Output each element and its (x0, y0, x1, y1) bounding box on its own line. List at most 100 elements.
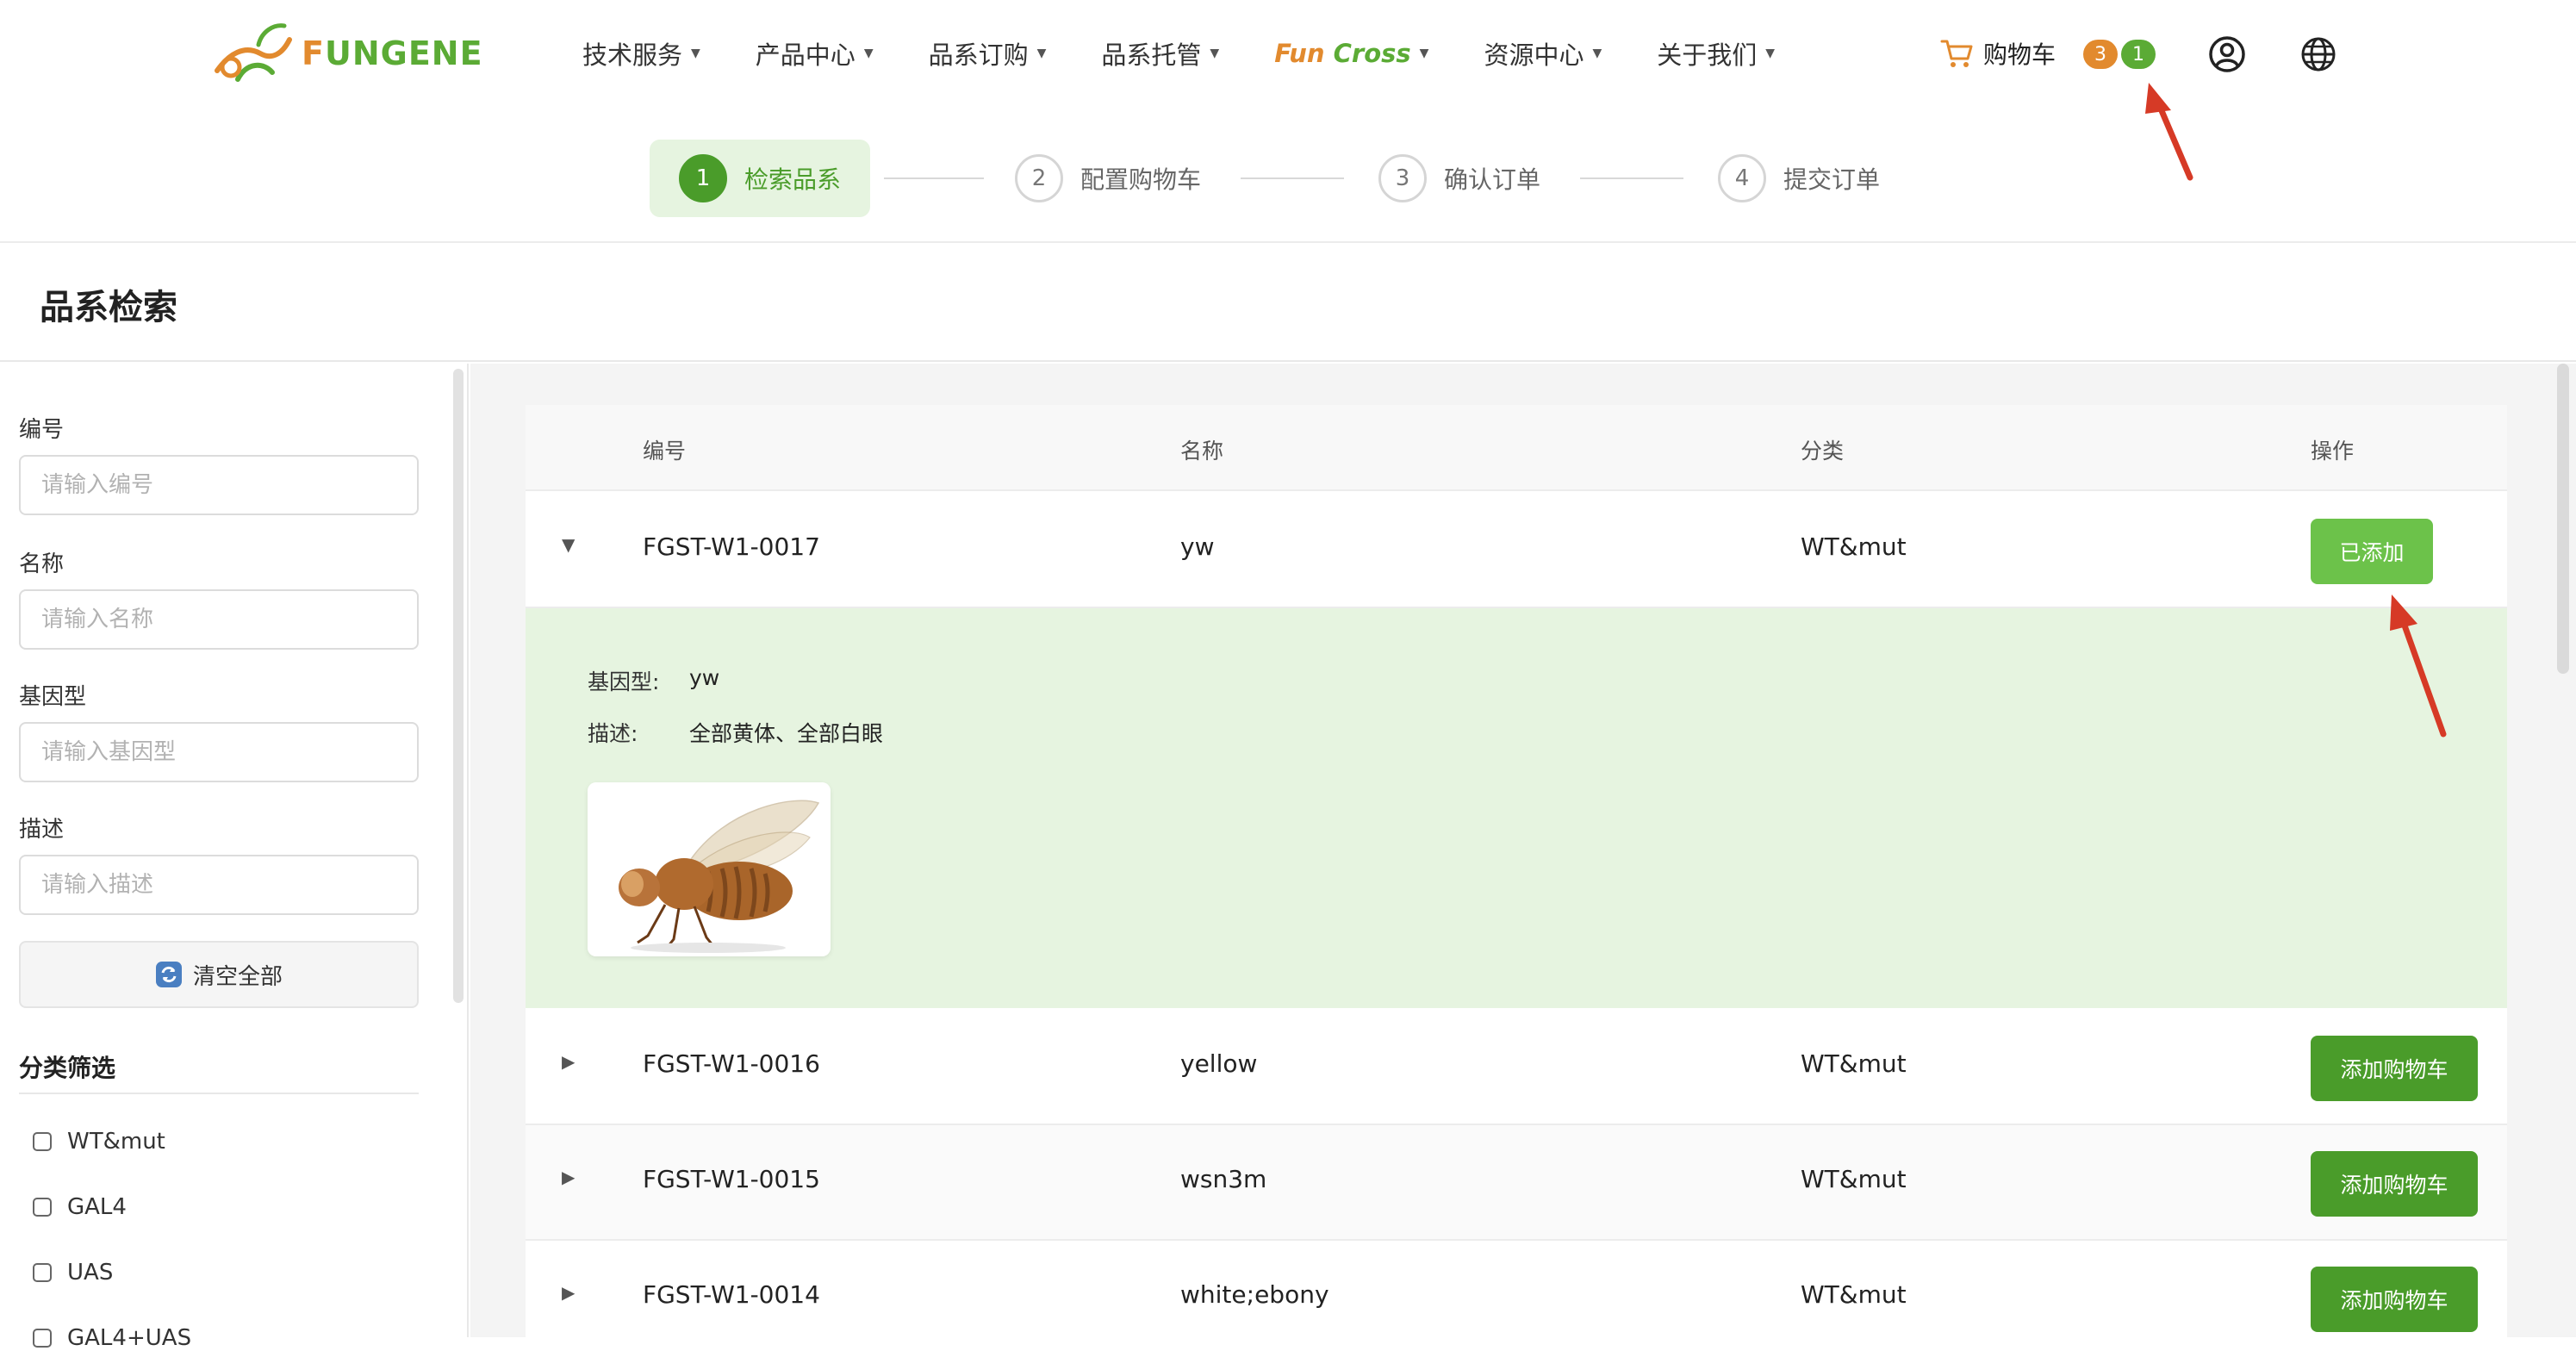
field-label-name: 名称 (19, 551, 65, 577)
filter-option-uas[interactable]: UAS (33, 1260, 113, 1286)
step-number: 2 (1015, 154, 1063, 202)
caret-down-icon: ▼ (1210, 47, 1220, 60)
caret-down-icon: ▼ (691, 47, 700, 60)
step-connector (884, 177, 984, 179)
caret-down-icon: ▼ (863, 47, 874, 60)
strain-id: FGST-W1-0017 (643, 532, 820, 561)
nav-item-about[interactable]: 关于我们 ▼ (1657, 35, 1775, 72)
table-row: ▶ FGST-W1-0014 white;ebony WT&mut 添加购物车 (526, 1241, 2507, 1337)
nav-item-resources[interactable]: 资源中心 ▼ (1484, 35, 1602, 72)
top-header: FUNGENE 技术服务 ▼ 产品中心 ▼ 品系订购 ▼ 品系托管 ▼ Fun Cros… (0, 0, 2576, 243)
strain-id: FGST-W1-0015 (643, 1165, 820, 1193)
main-nav: 技术服务 ▼ 产品中心 ▼ 品系订购 ▼ 品系托管 ▼ Fun Cross ▼ 资源中心 ▼… (582, 26, 1830, 81)
step-number: 4 (1718, 154, 1766, 202)
description-search-input[interactable] (19, 855, 419, 915)
field-label-genotype: 基因型 (19, 684, 87, 710)
table-header: 编号 名称 分类 操作 (526, 405, 2507, 491)
triangle-right-icon[interactable]: ▶ (562, 1167, 575, 1187)
triangle-right-icon[interactable]: ▶ (562, 1282, 575, 1303)
description-value: 全部黄体、全部白眼 (689, 721, 884, 746)
results-panel: 编号 名称 分类 操作 ▼ FGST-W1-0017 yw WT&mut 已添加… (470, 364, 2576, 1337)
cart-icon (1940, 40, 1973, 67)
nav-item-strain-hosting[interactable]: 品系托管 ▼ (1101, 35, 1219, 72)
fruit-fly-illustration (588, 782, 831, 956)
cart-badge-green: 1 (2121, 40, 2156, 69)
step-number: 1 (679, 154, 727, 202)
fly-image[interactable] (588, 782, 831, 956)
nav-item-fun-cross[interactable]: Fun Cross ▼ (1274, 39, 1428, 68)
step-submit-order[interactable]: 4 提交订单 (1718, 140, 1880, 217)
caret-down-icon: ▼ (1419, 47, 1429, 60)
nav-item-tech-services[interactable]: 技术服务 ▼ (582, 35, 700, 72)
category-filter-title: 分类筛选 (19, 1054, 116, 1082)
checkbox[interactable] (33, 1329, 52, 1348)
strain-name: yellow (1180, 1049, 1258, 1078)
checkbox[interactable] (33, 1132, 52, 1151)
clear-all-label: 清空全部 (192, 963, 283, 990)
nav-item-products[interactable]: 产品中心 ▼ (756, 35, 874, 72)
table-row: ▶ FGST-W1-0015 wsn3m WT&mut 添加购物车 (526, 1125, 2507, 1241)
filter-option-wt-mut[interactable]: WT&mut (33, 1129, 165, 1155)
add-to-cart-button[interactable]: 添加购物车 (2311, 1151, 2478, 1217)
cart-badge-orange: 3 (2083, 40, 2118, 69)
added-button[interactable]: 已添加 (2311, 519, 2433, 584)
step-number: 3 (1378, 154, 1427, 202)
genotype-value: yw (689, 665, 720, 690)
caret-down-icon: ▼ (1592, 47, 1602, 60)
strain-name: white;ebony (1180, 1280, 1329, 1309)
field-label-description: 描述 (19, 817, 65, 843)
strain-category: WT&mut (1801, 1280, 1907, 1309)
strain-table: 编号 名称 分类 操作 ▼ FGST-W1-0017 yw WT&mut 已添加… (526, 405, 2507, 1337)
step-search-strain[interactable]: 1 检索品系 (650, 140, 871, 217)
table-row: ▼ FGST-W1-0017 yw WT&mut 已添加 (526, 493, 2507, 608)
strain-name: yw (1180, 532, 1215, 561)
main-scrollbar[interactable] (2557, 364, 2569, 674)
clear-all-button[interactable]: 清空全部 (19, 941, 419, 1008)
step-connector (1580, 177, 1683, 179)
cart-label: 购物车 (1983, 40, 2056, 69)
step-label: 配置购物车 (1080, 165, 1202, 194)
strain-category: WT&mut (1801, 532, 1907, 561)
checkbox[interactable] (33, 1198, 52, 1217)
strain-detail-panel: 基因型: yw 描述: 全部黄体、全部白眼 (526, 608, 2507, 1008)
step-label: 确认订单 (1444, 165, 1541, 194)
column-header-name: 名称 (1180, 439, 1224, 464)
checkbox[interactable] (33, 1263, 52, 1282)
cart-link[interactable]: 购物车 (1940, 31, 2056, 76)
filter-divider (19, 1093, 419, 1094)
name-search-input[interactable] (19, 589, 419, 650)
table-row: ▶ FGST-W1-0016 yellow WT&mut 添加购物车 (526, 1010, 2507, 1125)
step-connector (1241, 177, 1344, 179)
caret-down-icon: ▼ (1765, 47, 1776, 60)
triangle-right-icon[interactable]: ▶ (562, 1051, 575, 1072)
globe-icon[interactable] (2299, 34, 2338, 74)
sidebar-scrollbar[interactable] (453, 369, 464, 1003)
strain-id: FGST-W1-0016 (643, 1049, 820, 1078)
logo-text: FUNGENE (302, 34, 483, 72)
order-steps: 1 检索品系 2 配置购物车 3 确认订单 4 提交订单 (0, 140, 2576, 217)
step-label: 提交订单 (1783, 165, 1881, 194)
strain-id: FGST-W1-0014 (643, 1280, 820, 1309)
add-to-cart-button[interactable]: 添加购物车 (2311, 1036, 2478, 1101)
field-label-id: 编号 (19, 417, 65, 443)
triangle-down-icon[interactable]: ▼ (562, 534, 575, 555)
filter-option-gal4-uas[interactable]: GAL4+UAS (33, 1325, 191, 1351)
strain-category: WT&mut (1801, 1165, 1907, 1193)
filter-sidebar: 编号 名称 基因型 描述 清空全部 分类筛选 WT&mut GAL4 UAS G… (0, 364, 469, 1351)
refresh-icon (155, 962, 182, 987)
column-header-category: 分类 (1801, 439, 1845, 464)
id-search-input[interactable] (19, 455, 419, 515)
add-to-cart-button[interactable]: 添加购物车 (2311, 1267, 2478, 1332)
logo-mark-icon (215, 23, 292, 82)
description-label: 描述: (588, 721, 638, 746)
nav-item-strain-order[interactable]: 品系订购 ▼ (929, 35, 1047, 72)
step-configure-cart[interactable]: 2 配置购物车 (1015, 140, 1201, 217)
fungene-logo[interactable]: FUNGENE (212, 19, 483, 88)
step-confirm-order[interactable]: 3 确认订单 (1378, 140, 1540, 217)
column-header-action: 操作 (2311, 439, 2355, 464)
strain-category: WT&mut (1801, 1049, 1907, 1078)
genotype-search-input[interactable] (19, 722, 419, 782)
user-circle-icon[interactable] (2207, 34, 2247, 74)
genotype-label: 基因型: (588, 669, 660, 694)
filter-option-gal4[interactable]: GAL4 (33, 1194, 127, 1220)
